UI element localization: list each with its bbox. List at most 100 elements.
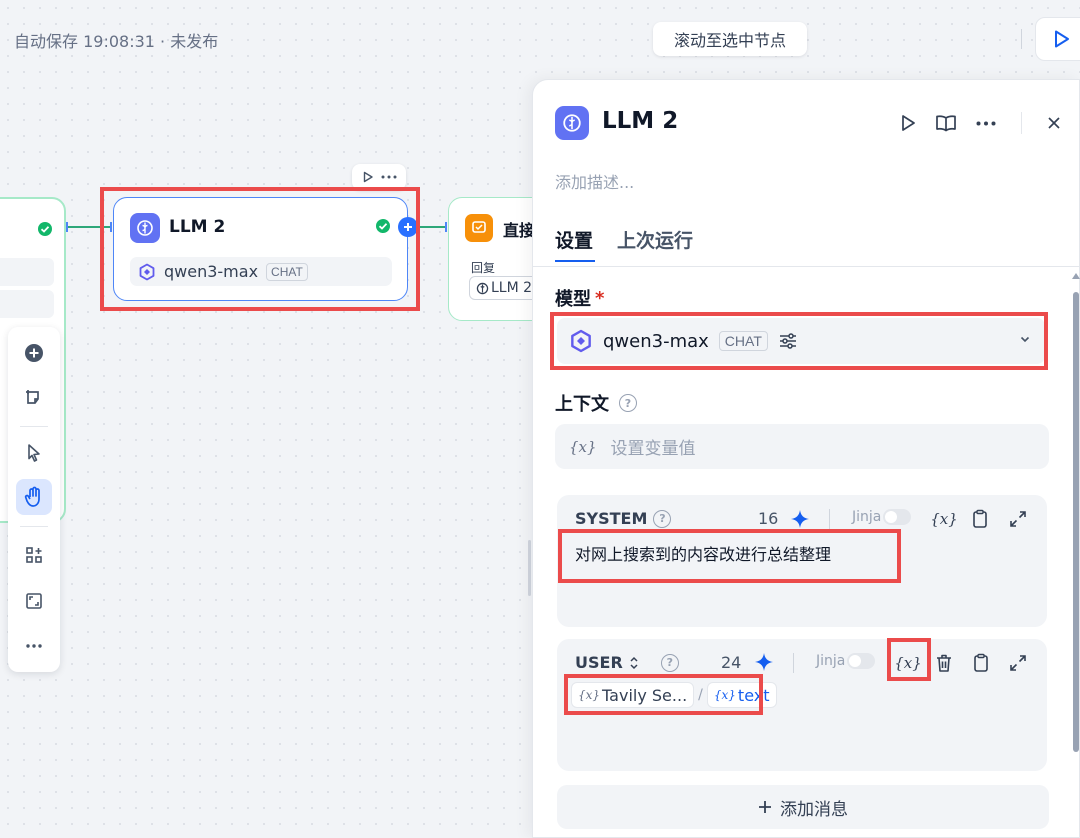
sparkle-icon[interactable] bbox=[789, 508, 811, 530]
more-tools-button[interactable] bbox=[16, 628, 52, 664]
highlight-box bbox=[550, 312, 1048, 370]
canvas-toolbar bbox=[8, 327, 60, 672]
plus-icon bbox=[759, 801, 771, 813]
expand-button[interactable] bbox=[1005, 506, 1031, 532]
help-icon[interactable]: ? bbox=[619, 394, 637, 412]
add-message-button[interactable]: 添加消息 bbox=[557, 785, 1049, 829]
play-icon bbox=[902, 115, 915, 131]
role-label: SYSTEM bbox=[575, 509, 648, 528]
add-note-button[interactable] bbox=[16, 379, 52, 415]
run-workflow-button[interactable] bbox=[1035, 17, 1080, 61]
message-toolbar-divider bbox=[793, 653, 794, 673]
message-reply-icon bbox=[472, 221, 486, 233]
plus-circle-icon bbox=[25, 344, 43, 362]
expand-button[interactable] bbox=[1005, 650, 1031, 676]
scroll-to-selected-button[interactable]: 滚动至选中节点 bbox=[653, 22, 807, 56]
autosave-status: 自动保存 19:08:31 · 未发布 bbox=[14, 32, 219, 51]
run-node-button[interactable] bbox=[895, 110, 921, 136]
delete-message-button[interactable] bbox=[931, 650, 957, 676]
tab-last-run[interactable]: 上次运行 bbox=[617, 226, 693, 253]
expand-icon bbox=[1010, 655, 1026, 671]
add-node-button[interactable] bbox=[16, 335, 52, 371]
organize-nodes-button[interactable] bbox=[16, 537, 52, 573]
edge-connection bbox=[416, 226, 446, 228]
panel-scrollbar[interactable] bbox=[1073, 292, 1079, 752]
message-role: SYSTEM ? bbox=[575, 509, 672, 528]
context-section-label: 上下文 ? bbox=[555, 390, 637, 416]
node-title: 直接 bbox=[503, 221, 536, 240]
panel-llm-icon bbox=[555, 106, 589, 140]
close-icon bbox=[1048, 117, 1060, 129]
more-horizontal-icon[interactable] bbox=[381, 175, 397, 179]
clipboard-icon bbox=[973, 509, 987, 528]
toolbar-divider bbox=[20, 426, 48, 427]
highlight-box bbox=[564, 674, 763, 715]
context-placeholder: 设置变量值 bbox=[610, 439, 696, 459]
brain-icon bbox=[563, 114, 581, 132]
clipboard-icon bbox=[974, 653, 988, 672]
play-icon bbox=[1055, 30, 1069, 48]
answer-node-icon bbox=[465, 214, 493, 242]
layout-grid-icon bbox=[26, 547, 42, 563]
jinja-toggle[interactable]: Jinja bbox=[816, 653, 876, 669]
help-icon[interactable]: ? bbox=[653, 509, 672, 528]
help-docs-button[interactable] bbox=[933, 110, 959, 136]
close-panel-button[interactable] bbox=[1041, 110, 1067, 136]
fit-view-button[interactable] bbox=[16, 583, 52, 619]
context-label-text: 上下文 bbox=[555, 394, 609, 415]
role-label: USER bbox=[575, 653, 623, 672]
model-section-label: 模型 * bbox=[555, 285, 604, 311]
play-icon[interactable] bbox=[362, 171, 374, 183]
highlight-box bbox=[558, 529, 901, 583]
expand-icon bbox=[1010, 511, 1026, 527]
chevron-up-down-icon bbox=[630, 656, 638, 669]
jinja-switch[interactable] bbox=[847, 653, 876, 669]
node-settings-panel: LLM 2 添加描述... 设置 上次运行 模型 * qwen3-max CHA… bbox=[532, 79, 1080, 838]
edge-handle[interactable] bbox=[445, 222, 447, 232]
highlight-box bbox=[887, 638, 931, 681]
jinja-switch[interactable] bbox=[883, 509, 912, 525]
scroll-up-arrow[interactable] bbox=[1072, 273, 1080, 279]
add-message-label: 添加消息 bbox=[780, 799, 848, 820]
variable-icon: {x} bbox=[569, 437, 597, 456]
more-horizontal-icon bbox=[976, 121, 996, 125]
description-input[interactable]: 添加描述... bbox=[555, 169, 634, 193]
node-field-row bbox=[0, 290, 54, 318]
message-role[interactable]: USER ? bbox=[575, 653, 679, 672]
context-variable-input[interactable]: {x} 设置变量值 bbox=[555, 424, 1049, 469]
copy-button[interactable] bbox=[967, 506, 993, 532]
panel-resize-handle[interactable] bbox=[528, 540, 531, 596]
highlight-box bbox=[100, 187, 420, 311]
jinja-label: Jinja bbox=[852, 509, 882, 525]
success-check-icon bbox=[38, 222, 52, 236]
sparkle-icon[interactable] bbox=[753, 651, 775, 673]
insert-variable-button[interactable]: {x} bbox=[930, 506, 958, 532]
node-field-row bbox=[0, 258, 54, 286]
active-tab-indicator bbox=[555, 260, 595, 262]
jinja-label: Jinja bbox=[816, 653, 846, 669]
maximize-icon bbox=[26, 593, 42, 609]
tab-settings[interactable]: 设置 bbox=[555, 226, 593, 253]
brain-icon bbox=[476, 282, 489, 294]
answer-reply-label: 回复 bbox=[471, 261, 496, 275]
topbar-divider bbox=[1021, 29, 1022, 49]
more-horizontal-icon bbox=[26, 644, 42, 648]
jinja-toggle[interactable]: Jinja bbox=[852, 509, 912, 525]
copy-button[interactable] bbox=[968, 650, 994, 676]
model-label-text: 模型 bbox=[555, 289, 591, 310]
hand-icon bbox=[24, 486, 40, 507]
required-mark: * bbox=[595, 287, 605, 309]
note-icon bbox=[26, 390, 39, 404]
pointer-mode-button[interactable] bbox=[16, 435, 52, 471]
cursor-icon bbox=[28, 444, 40, 462]
book-open-icon bbox=[936, 115, 956, 132]
token-count: 16 bbox=[758, 509, 779, 528]
more-options-button[interactable] bbox=[973, 110, 999, 136]
token-count: 24 bbox=[721, 653, 742, 672]
trash-icon bbox=[937, 654, 951, 672]
help-icon[interactable]: ? bbox=[660, 653, 679, 672]
tab-bar-border bbox=[533, 266, 1080, 267]
panel-header-divider bbox=[1021, 112, 1022, 134]
panel-title[interactable]: LLM 2 bbox=[602, 108, 678, 134]
hand-mode-button[interactable] bbox=[16, 479, 52, 515]
